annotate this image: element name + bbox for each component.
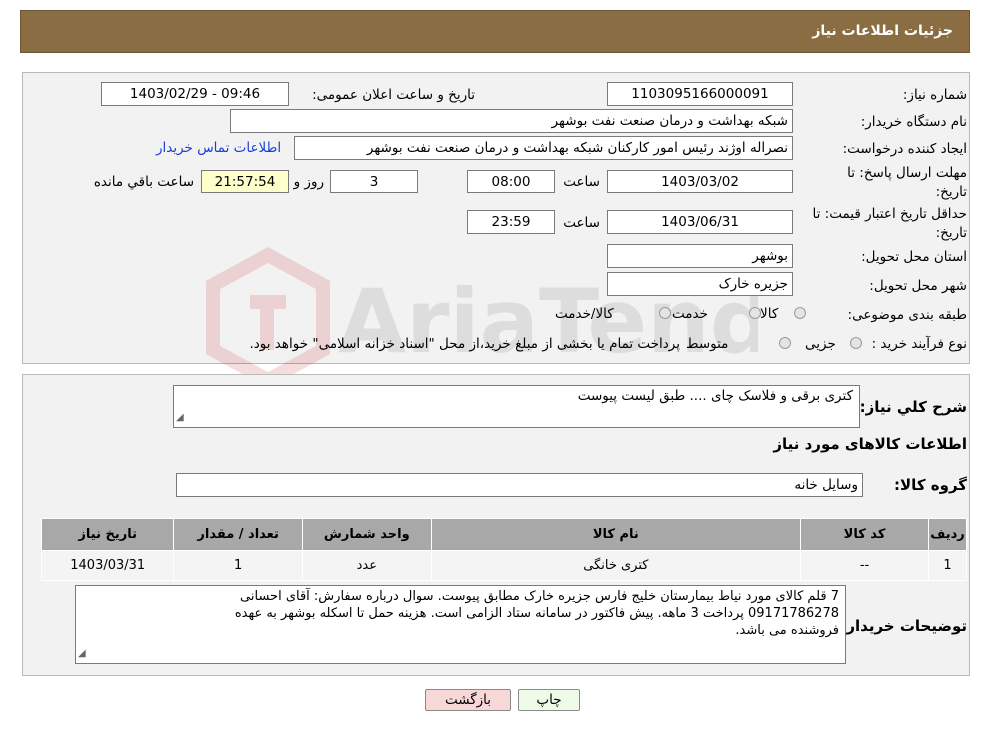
buyer-notes-line3: فروشنده می باشد. bbox=[735, 623, 839, 638]
deadline-label-line2: تاریخ: bbox=[935, 184, 967, 200]
print-button[interactable]: چاپ bbox=[518, 689, 580, 711]
city-label: شهر محل تحویل: bbox=[869, 278, 967, 294]
group-field: وسایل خانه bbox=[176, 473, 863, 497]
items-table-header: ردیف کد کالا نام کالا واحد شمارش تعداد /… bbox=[40, 518, 967, 551]
col-quantity: تعداد / مقدار bbox=[173, 518, 303, 551]
cell-unit: عدد bbox=[301, 550, 432, 581]
process-minor-label: جزیی bbox=[805, 336, 836, 352]
buyer-label: نام دستگاه خریدار: bbox=[860, 114, 967, 130]
back-button[interactable]: بازگشت bbox=[425, 689, 511, 711]
summary-text: کتری برقی و فلاسک چای .... طبق لیست پیوس… bbox=[577, 388, 853, 404]
remaining-label: ساعت باقي مانده bbox=[93, 174, 194, 190]
validity-label-line2: تاریخ: bbox=[935, 225, 967, 241]
process-minor-radio[interactable] bbox=[850, 337, 862, 349]
validity-label-line1: حداقل تاریخ اعتبار قیمت: تا bbox=[812, 206, 967, 222]
items-table: ردیف کد کالا نام کالا واحد شمارش تعداد /… bbox=[40, 518, 967, 581]
category-goods-service-label: کالا/خدمت bbox=[555, 306, 614, 322]
city-field: جزیره خارک bbox=[607, 272, 793, 296]
process-medium-radio[interactable] bbox=[779, 337, 791, 349]
category-goods-radio[interactable] bbox=[794, 307, 806, 319]
resize-grip-icon[interactable]: ◢ bbox=[176, 409, 184, 426]
summary-textarea[interactable]: کتری برقی و فلاسک چای .... طبق لیست پیوس… bbox=[173, 385, 860, 428]
validity-time-label: ساعت bbox=[563, 215, 600, 231]
buyer-contact-link[interactable]: اطلاعات تماس خریدار bbox=[156, 140, 281, 156]
validity-date-field: 1403/06/31 bbox=[607, 210, 793, 234]
cell-quantity: 1 bbox=[173, 550, 303, 581]
col-need-date: تاریخ نیاز bbox=[40, 518, 175, 551]
deadline-date-field: 1403/03/02 bbox=[607, 170, 793, 193]
table-row: 1 -- کتری خانگی عدد 1 1403/03/31 bbox=[40, 550, 967, 581]
category-service-radio[interactable] bbox=[749, 307, 761, 319]
creator-field: نصراله اوژند رئیس امور کارکنان شبکه بهدا… bbox=[294, 136, 793, 160]
category-label: طبقه بندی موضوعی: bbox=[847, 307, 967, 323]
col-name: نام کالا bbox=[430, 518, 802, 551]
resize-grip-icon[interactable]: ◢ bbox=[78, 645, 86, 662]
remaining-time-field: 21:57:54 bbox=[201, 170, 289, 193]
need-number-label: شماره نیاز: bbox=[902, 87, 967, 103]
category-goods-label: کالا bbox=[760, 306, 779, 322]
buyer-notes-line2: 09171786278 پرداخت 3 ماهه. پیش فاکتور در… bbox=[234, 606, 839, 621]
buyer-field: شبکه بهداشت و درمان صنعت نفت بوشهر bbox=[230, 109, 793, 133]
announce-datetime-field: 1403/02/29 - 09:46 bbox=[101, 82, 289, 106]
validity-time-field: 23:59 bbox=[467, 210, 555, 234]
process-medium-label: متوسط bbox=[686, 336, 729, 352]
buyer-notes-textarea[interactable]: 7 قلم کالای مورد نیاط بیمارستان خلیج فار… bbox=[75, 585, 846, 664]
cell-row: 1 bbox=[928, 550, 967, 581]
process-type-label: نوع فرآیند خرید : bbox=[871, 336, 967, 352]
process-note: پرداخت تمام یا بخشی از مبلغ خرید،از محل … bbox=[249, 336, 680, 352]
cell-need-date: 1403/03/31 bbox=[40, 550, 175, 581]
summary-label: شرح کلي نياز: bbox=[859, 398, 967, 416]
category-goods-service-radio[interactable] bbox=[659, 307, 671, 319]
province-field: بوشهر bbox=[607, 244, 793, 268]
creator-label: ایجاد کننده درخواست: bbox=[842, 141, 967, 157]
days-field: 3 bbox=[330, 170, 418, 193]
buyer-notes-line1: 7 قلم کالای مورد نیاط بیمارستان خلیج فار… bbox=[240, 589, 839, 604]
page-header: جزئیات اطلاعات نیاز bbox=[20, 10, 970, 53]
deadline-label-line1: مهلت ارسال پاسخ: تا bbox=[847, 165, 967, 181]
announce-label: تاریخ و ساعت اعلان عمومی: bbox=[312, 87, 475, 103]
cell-name: کتری خانگی bbox=[430, 550, 802, 581]
cell-code: -- bbox=[800, 550, 930, 581]
page-title: جزئیات اطلاعات نیاز bbox=[812, 23, 953, 39]
items-heading: اطلاعات کالاهای مورد نیاز bbox=[773, 435, 967, 453]
deadline-time-label: ساعت bbox=[563, 174, 600, 190]
province-label: استان محل تحویل: bbox=[861, 249, 967, 265]
group-label: گروه کالا: bbox=[894, 476, 967, 494]
col-unit: واحد شمارش bbox=[301, 518, 432, 551]
category-service-label: خدمت bbox=[672, 306, 708, 322]
need-number-field: 1103095166000091 bbox=[607, 82, 793, 106]
col-code: کد کالا bbox=[800, 518, 930, 551]
deadline-time-field: 08:00 bbox=[467, 170, 555, 193]
col-row: ردیف bbox=[928, 518, 967, 551]
buyer-notes-label: توضیحات خریدار: bbox=[840, 617, 967, 635]
days-label: روز و bbox=[293, 174, 324, 190]
